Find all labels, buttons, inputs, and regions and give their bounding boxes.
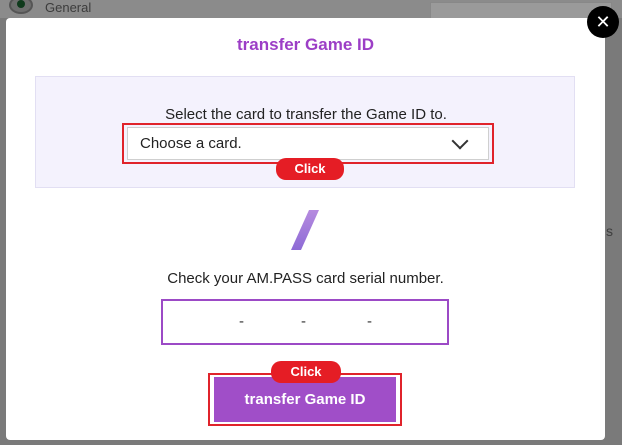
dialog-title: transfer Game ID xyxy=(237,35,374,54)
card-select-dropdown[interactable]: Choose a card. xyxy=(127,127,489,160)
serial-dash-2: - xyxy=(301,313,306,330)
background-general-label: General xyxy=(45,0,92,15)
serial-dash-1: - xyxy=(239,313,244,330)
radio-dot-icon xyxy=(17,0,25,8)
background-logo xyxy=(606,362,622,408)
background-side-text: s xyxy=(606,223,613,239)
close-icon: ✕ xyxy=(595,11,611,32)
slash-icon xyxy=(291,210,319,250)
serial-number-label: Check your AM.PASS card serial number. xyxy=(167,270,444,287)
transfer-dialog: transfer Game ID Select the card to tran… xyxy=(6,18,605,440)
click-annotation-select: Click xyxy=(276,158,344,180)
serial-number-input[interactable]: - - - xyxy=(161,299,449,345)
transfer-game-id-button[interactable]: transfer Game ID xyxy=(214,377,396,422)
select-instruction: Select the card to transfer the Game ID … xyxy=(165,106,447,123)
chevron-down-icon xyxy=(451,132,469,150)
card-select-value: Choose a card. xyxy=(140,135,242,152)
click-annotation-submit: Click xyxy=(271,361,341,383)
serial-dash-3: - xyxy=(367,313,372,330)
close-button[interactable]: ✕ xyxy=(587,6,619,38)
